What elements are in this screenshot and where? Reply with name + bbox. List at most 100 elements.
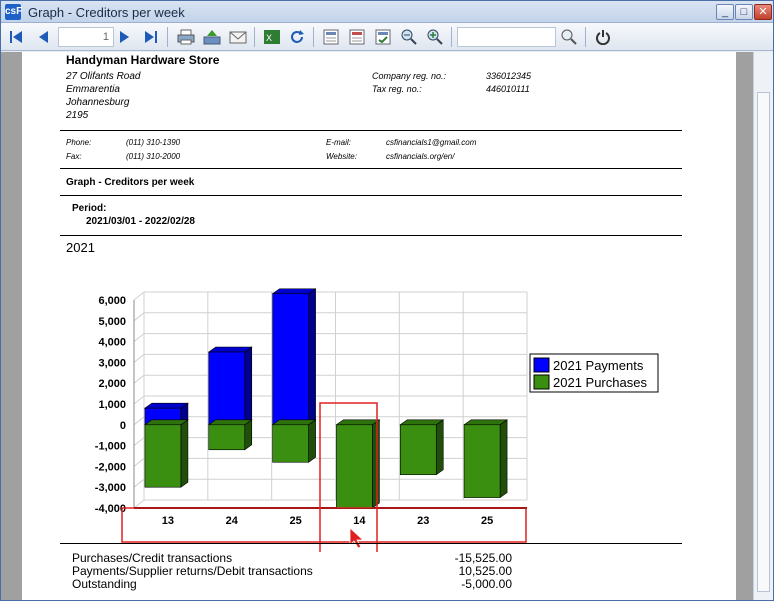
zoom-out-icon	[401, 29, 417, 45]
grid-line	[133, 437, 145, 446]
grid-line	[133, 395, 145, 405]
search-input[interactable]	[457, 27, 556, 47]
y-tick-label: 0	[120, 420, 126, 432]
phone-label: Phone:	[66, 138, 92, 147]
page-number-input[interactable]: 1	[58, 27, 114, 47]
purchases-bar-side	[308, 419, 316, 463]
exit-button[interactable]	[593, 27, 613, 47]
purchases-bar	[272, 424, 309, 463]
print-button[interactable]	[176, 27, 196, 47]
y-tick-label: 4,000	[98, 337, 126, 349]
email-value: csfinancials1@gmail.com	[386, 138, 477, 147]
address-line: Emmarentia	[66, 84, 120, 95]
payments-bar-top	[143, 402, 189, 409]
legend-label: 2021 Purchases	[553, 375, 647, 390]
page-layout-icon	[323, 29, 339, 45]
purchases-bar-top	[399, 419, 445, 426]
export-icon	[203, 30, 221, 45]
divider	[60, 168, 682, 169]
purchases-bar-top	[271, 419, 317, 426]
x-tick-label: 13	[162, 515, 174, 527]
y-tick-label: 6,000	[98, 295, 126, 307]
legend-label: 2021 Payments	[553, 358, 644, 373]
toolbar-separator	[451, 27, 452, 47]
purchases-bar	[463, 424, 501, 498]
x-tick-label: 25	[289, 515, 301, 527]
zoom-in-button[interactable]	[425, 27, 445, 47]
purchases-bar	[399, 424, 437, 476]
last-page-button[interactable]	[141, 27, 161, 47]
grid-line	[133, 499, 145, 509]
first-page-button[interactable]	[6, 27, 26, 47]
maximize-button[interactable]: □	[735, 4, 753, 20]
company-reg-label: Company reg. no.:	[372, 71, 447, 81]
website-label: Website:	[326, 152, 357, 161]
summary-label: Outstanding	[72, 577, 137, 591]
grid-line	[133, 478, 145, 488]
divider	[60, 543, 682, 544]
report-page: Handyman Hardware Store 27 Olifants Road…	[22, 52, 736, 600]
minimize-button[interactable]: _	[716, 4, 734, 20]
grid-line	[133, 333, 145, 342]
title-bar: csF Graph - Creditors per week _ □ ✕	[1, 1, 773, 23]
search-button[interactable]	[559, 27, 579, 47]
summary-value: -5,000.00	[461, 577, 512, 591]
company-name: Handyman Hardware Store	[66, 53, 220, 67]
checklist-icon	[375, 29, 391, 45]
export-excel-button[interactable]: X	[262, 27, 282, 47]
payments-bar-top	[271, 288, 317, 295]
search-icon	[561, 29, 577, 45]
scrollbar-thumb[interactable]	[757, 92, 770, 592]
purchases-bar-side	[435, 419, 444, 476]
export-button[interactable]	[202, 27, 222, 47]
refresh-button[interactable]	[287, 27, 307, 47]
last-page-icon	[145, 31, 157, 43]
zoom-out-button[interactable]	[399, 27, 419, 47]
payments-bar-side	[244, 346, 253, 426]
period-label: Period:	[72, 203, 107, 214]
purchases-bar	[336, 424, 373, 509]
toolbar: 1 X	[1, 23, 773, 51]
previous-page-button[interactable]	[33, 27, 53, 47]
summary-value: -15,525.00	[454, 551, 512, 565]
email-label: E-mail:	[326, 138, 351, 147]
mouse-cursor-icon	[349, 527, 365, 549]
x-tick-label: 14	[353, 515, 366, 527]
grid-line	[133, 416, 145, 426]
purchases-bar-top	[207, 419, 253, 426]
grid-line	[133, 291, 145, 301]
summary-value: 10,525.00	[458, 564, 512, 578]
toolbar-separator	[313, 27, 314, 47]
grid-line	[133, 458, 145, 467]
phone-value: (011) 310-1390	[126, 138, 181, 147]
vertical-scrollbar[interactable]	[753, 52, 773, 600]
x-tick-label: 23	[417, 515, 429, 527]
payments-bar-top	[207, 346, 253, 353]
payments-bar-side	[308, 288, 316, 426]
address-line: 27 Olifants Road	[66, 71, 141, 82]
divider	[60, 195, 682, 196]
purchases-bar	[144, 424, 182, 488]
tax-reg-value: 446010111	[486, 84, 530, 94]
email-button[interactable]	[228, 27, 248, 47]
page-setup-button[interactable]	[321, 27, 341, 47]
selection-highlight	[121, 507, 527, 543]
envelope-icon	[229, 31, 247, 44]
purchases-bar-side	[180, 419, 189, 488]
legend-swatch	[533, 374, 550, 390]
summary-label: Purchases/Credit transactions	[72, 551, 233, 565]
close-button[interactable]: ✕	[754, 4, 772, 20]
printer-icon	[177, 29, 195, 45]
y-tick-label: 5,000	[98, 316, 126, 328]
y-tick-label: 2,000	[98, 378, 126, 390]
purchases-bar-top	[463, 419, 509, 426]
report-viewer[interactable]: Handyman Hardware Store 27 Olifants Road…	[1, 52, 773, 600]
next-page-button[interactable]	[115, 27, 135, 47]
purchases-bar-side	[499, 419, 508, 499]
purchases-bar-side	[372, 419, 380, 509]
page-margins-button[interactable]	[347, 27, 367, 47]
next-page-icon	[120, 31, 129, 43]
select-pages-button[interactable]	[373, 27, 393, 47]
address-line: 2195	[66, 110, 89, 121]
report-title: Graph - Creditors per week	[66, 177, 195, 188]
